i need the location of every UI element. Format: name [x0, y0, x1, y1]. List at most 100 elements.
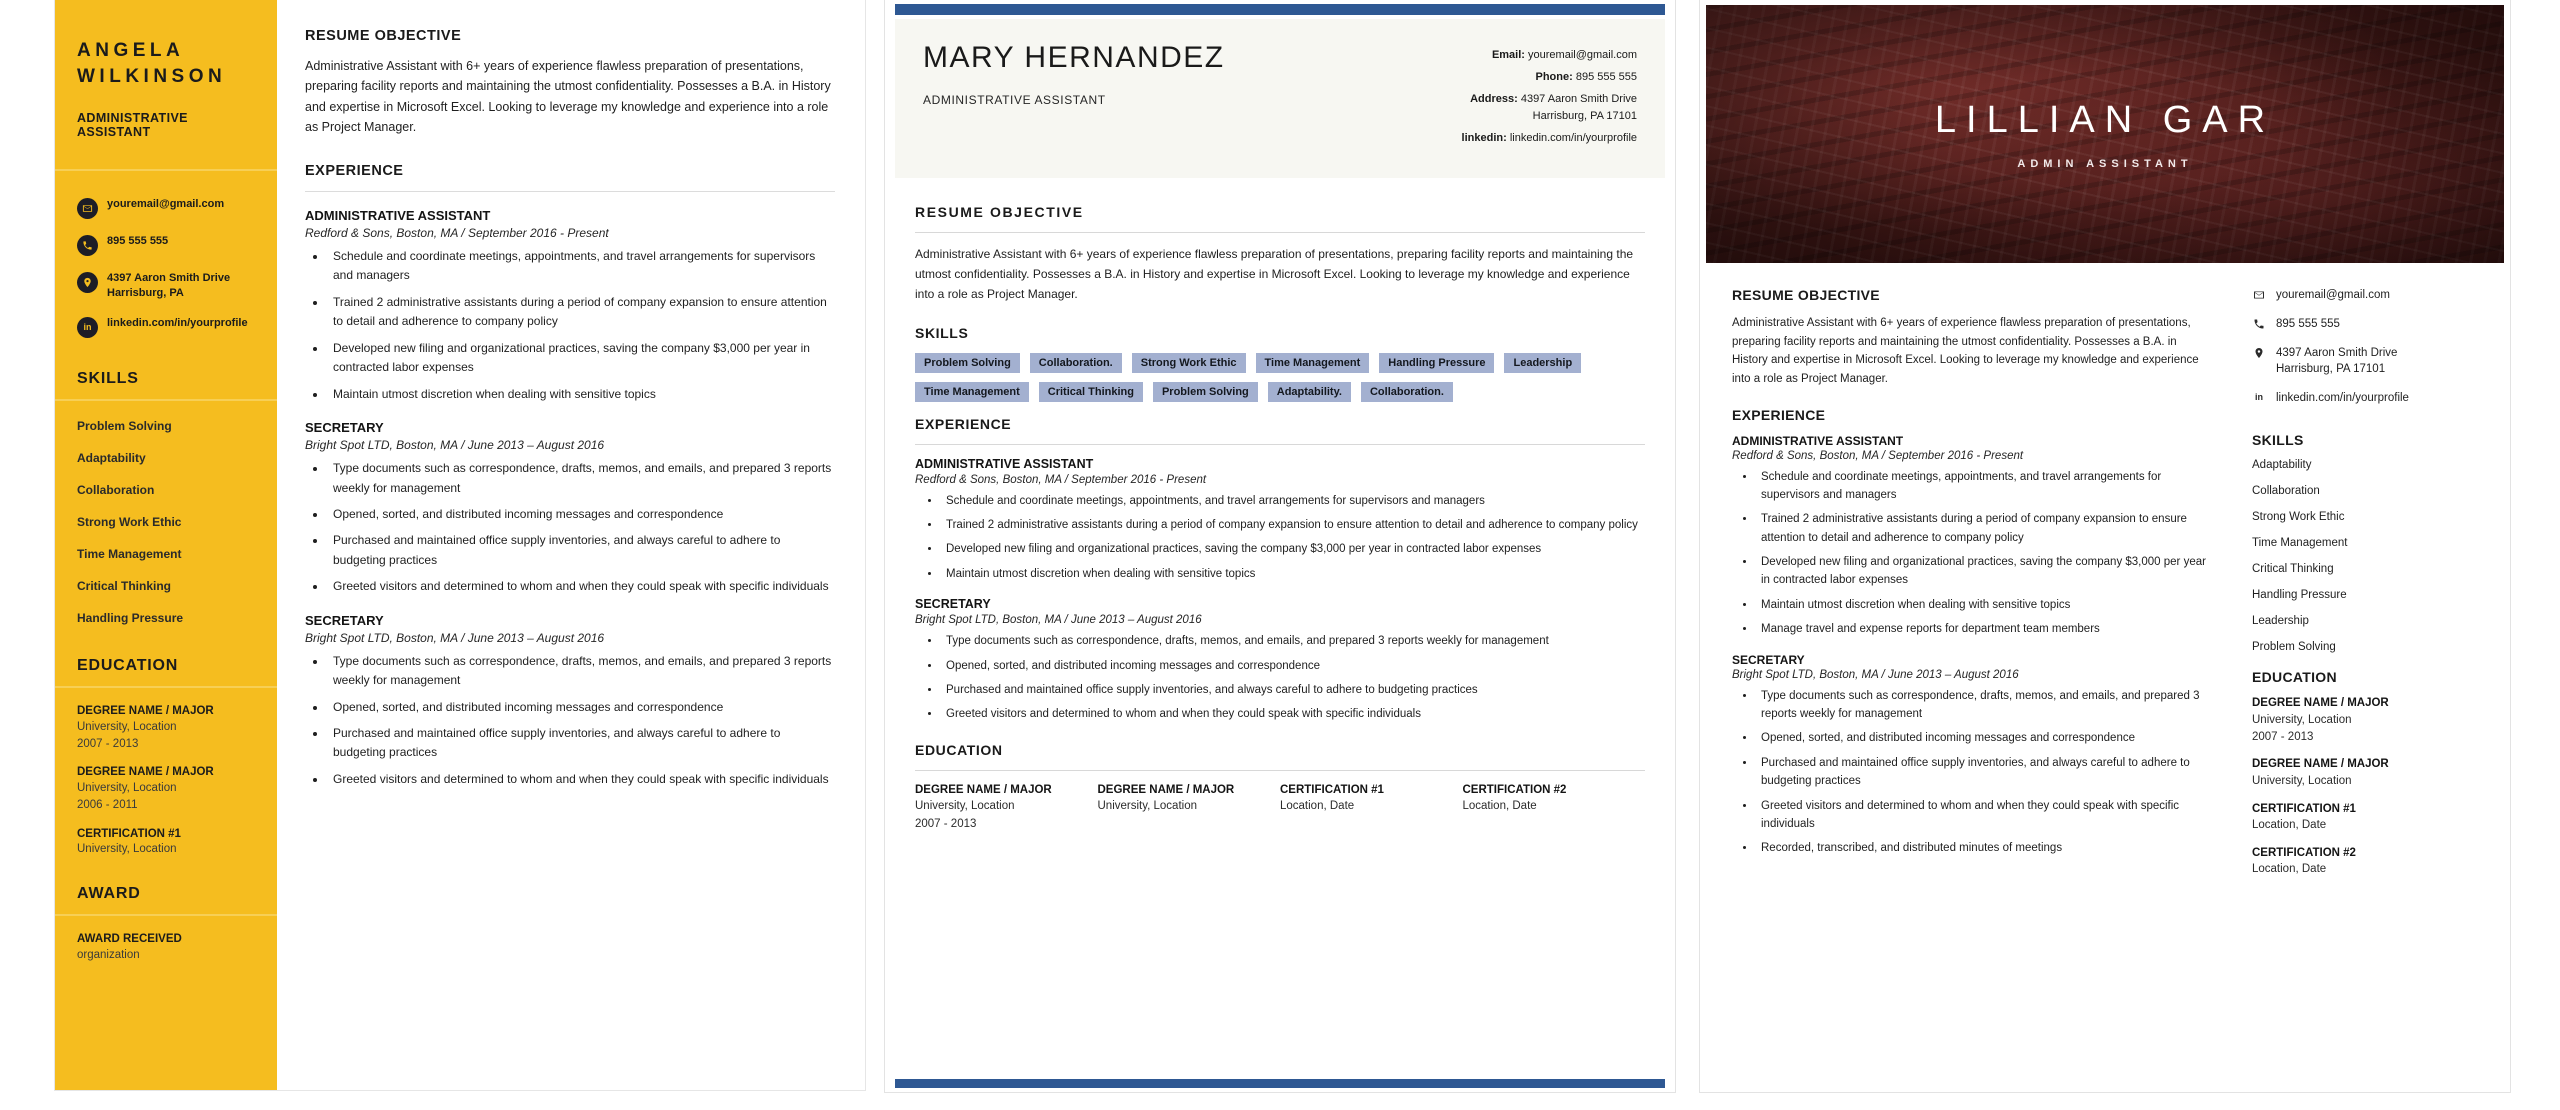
job-bullet: Opened, sorted, and distributed incoming…: [327, 505, 835, 524]
contact-item-address[interactable]: 4397 Aaron Smith Drive Harrisburg, PA 17…: [2252, 345, 2488, 377]
contact-item-address[interactable]: Address: 4397 Aaron Smith Drive Harrisbu…: [1462, 91, 1637, 125]
education-sub: University, Location: [77, 720, 177, 733]
education-dates: 2007 - 2013: [2252, 730, 2314, 743]
resume3-hero-banner: LILLIAN GAR ADMIN ASSISTANT: [1706, 5, 2504, 263]
job-bullet: Type documents such as correspondence, d…: [1756, 687, 2214, 724]
job-bullet: Developed new filing and organizational …: [327, 339, 835, 378]
skill-item: Time Management: [77, 546, 182, 561]
job-bullet: Schedule and coordinate meetings, appoin…: [941, 492, 1645, 510]
resume-card-mary-hernandez[interactable]: MARY HERNANDEZ ADMINISTRATIVE ASSISTANT …: [885, 0, 1675, 1092]
contact-label-email: Email:: [1491, 49, 1525, 61]
job-bullet: Type documents such as correspondence, d…: [327, 652, 835, 691]
job-bullet: Purchased and maintained office supply i…: [1756, 754, 2214, 791]
contact-address-line1: 4397 Aaron Smith Drive: [2276, 347, 2398, 360]
contact-item-phone[interactable]: Phone: 895 555 555: [1462, 69, 1637, 86]
contact-item-email[interactable]: Email: youremail@gmail.com: [1462, 47, 1637, 64]
resume3-main-column: RESUME OBJECTIVE Administrative Assistan…: [1700, 287, 2238, 890]
skill-tag: Time Management: [915, 381, 1029, 402]
job-bullet: Maintain utmost discretion when dealing …: [1756, 596, 2214, 614]
resume3-name: LILLIAN GAR: [1934, 98, 2276, 141]
education-title: CERTIFICATION #1: [77, 827, 181, 840]
contact-label-linkedin: linkedin:: [1461, 132, 1507, 145]
education-entry: CERTIFICATION #2 Location, Date: [2252, 846, 2488, 878]
job-bullet-list: Type documents such as correspondence, d…: [327, 652, 835, 790]
resume1-contact-list: youremail@gmail.com 895 555 555 4397 Aar…: [55, 171, 277, 338]
education-title: CERTIFICATION #1: [1280, 783, 1384, 796]
education-title: CERTIFICATION #2: [2252, 846, 2356, 859]
job-bullet: Maintain utmost discretion when dealing …: [327, 385, 835, 404]
resume1-education-list: DEGREE NAME / MAJOR University, Location…: [55, 688, 277, 858]
job-bullet-list: Schedule and coordinate meetings, appoin…: [327, 247, 835, 404]
education-sub: University, Location: [77, 782, 177, 795]
skill-tag: Strong Work Ethic: [1131, 352, 1246, 373]
education-title: DEGREE NAME / MAJOR: [77, 766, 214, 779]
email-icon: [77, 198, 98, 220]
experience-entry: SECRETARY Bright Spot LTD, Boston, MA / …: [305, 420, 835, 597]
contact-value-address: 4397 Aaron Smith Drive: [1520, 93, 1637, 106]
skill-item: Problem Solving: [2252, 641, 2336, 654]
contact-item-phone[interactable]: 895 555 555: [77, 234, 257, 257]
resume3-objective-text: Administrative Assistant with 6+ years o…: [1732, 317, 2199, 385]
resume1-experience-rule: [305, 191, 835, 192]
skill-item: Adaptability: [77, 450, 146, 465]
contact-value-address: 4397 Aaron Smith Drive Harrisburg, PA 17…: [2276, 345, 2397, 377]
resume2-name: MARY HERNANDEZ: [923, 41, 1225, 74]
job-bullet-list: Type documents such as correspondence, d…: [327, 459, 835, 597]
contact-item-email[interactable]: youremail@gmail.com: [77, 197, 257, 220]
job-meta: Redford & Sons, Boston, MA / September 2…: [305, 226, 609, 240]
contact-item-email[interactable]: youremail@gmail.com: [2252, 287, 2488, 303]
job-title: SECRETARY: [1732, 652, 1805, 667]
resume2-contact-list: Email: youremail@gmail.com Phone: 895 55…: [1462, 41, 1637, 152]
resume-card-lillian-gar[interactable]: LILLIAN GAR ADMIN ASSISTANT RESUME OBJEC…: [1700, 0, 2510, 1092]
job-meta: Redford & Sons, Boston, MA / September 2…: [1732, 449, 2024, 462]
education-dates: 2006 - 2011: [77, 798, 138, 811]
skill-item: Handling Pressure: [77, 610, 184, 625]
job-bullet: Greeted visitors and determined to whom …: [327, 577, 835, 596]
contact-item-address[interactable]: 4397 Aaron Smith Drive Harrisburg, PA: [77, 271, 257, 301]
job-meta: Bright Spot LTD, Boston, MA / June 2013 …: [1732, 668, 2019, 681]
contact-item-phone[interactable]: 895 555 555: [2252, 316, 2488, 332]
skill-item: Strong Work Ethic: [2252, 511, 2345, 524]
resume2-objective-rule: [915, 232, 1645, 234]
resume3-columns: RESUME OBJECTIVE Administrative Assistan…: [1700, 263, 2510, 890]
job-bullet: Developed new filing and organizational …: [1756, 553, 2214, 590]
job-bullet: Recorded, transcribed, and distributed m…: [1756, 839, 2214, 857]
skill-item: Problem Solving: [77, 418, 172, 433]
education-title: DEGREE NAME / MAJOR: [915, 783, 1052, 796]
resume-card-angela-wilkinson[interactable]: ANGELA WILKINSON ADMINISTRATIVE ASSISTAN…: [55, 0, 865, 1090]
skill-tag: Critical Thinking: [1038, 381, 1143, 402]
resume1-role: ADMINISTRATIVE ASSISTANT: [77, 111, 188, 140]
education-sub: University, Location: [77, 843, 177, 856]
contact-item-linkedin[interactable]: in linkedin.com/in/yourprofile: [2252, 390, 2488, 406]
contact-item-linkedin[interactable]: linkedin: linkedin.com/in/yourprofile: [1462, 130, 1637, 147]
skill-item: Collaboration: [2252, 485, 2320, 498]
job-title: SECRETARY: [915, 597, 991, 612]
education-sub: Location, Date: [1280, 800, 1355, 813]
contact-label-phone: Phone:: [1535, 71, 1573, 84]
contact-value-email: youremail@gmail.com: [107, 198, 225, 211]
resume1-skills-heading: SKILLS: [77, 369, 139, 387]
resume1-award-heading: AWARD: [77, 885, 141, 903]
resume2-objective-text: Administrative Assistant with 6+ years o…: [915, 247, 1634, 301]
location-icon: [77, 272, 98, 294]
job-bullet: Trained 2 administrative assistants duri…: [941, 516, 1645, 534]
skill-tag: Time Management: [1255, 352, 1370, 373]
job-meta: Bright Spot LTD, Boston, MA / June 2013 …: [305, 630, 605, 645]
resume2-body: RESUME OBJECTIVE Administrative Assistan…: [885, 178, 1675, 833]
resume2-header: MARY HERNANDEZ ADMINISTRATIVE ASSISTANT …: [895, 19, 1665, 179]
job-bullet: Schedule and coordinate meetings, appoin…: [1756, 468, 2214, 505]
resume2-identity: MARY HERNANDEZ ADMINISTRATIVE ASSISTANT: [923, 41, 1225, 107]
contact-value-address-line2: Harrisburg, PA 17101: [1532, 110, 1637, 123]
education-entry: DEGREE NAME / MAJOR University, Location…: [2252, 696, 2488, 745]
resume2-objective-heading: RESUME OBJECTIVE: [915, 204, 1084, 221]
contact-value-email: youremail@gmail.com: [1528, 49, 1637, 61]
award-entry: AWARD RECEIVED organization: [55, 932, 277, 964]
resume3-role: ADMIN ASSISTANT: [2017, 157, 2193, 170]
contact-value-linkedin: linkedin.com/in/yourprofile: [2276, 392, 2409, 405]
education-title: DEGREE NAME / MAJOR: [2252, 697, 2389, 710]
resume1-objective-heading: RESUME OBJECTIVE: [305, 28, 462, 44]
resume3-experience-heading: EXPERIENCE: [1732, 406, 1826, 423]
contact-item-linkedin[interactable]: in linkedin.com/in/yourprofile: [77, 316, 257, 338]
job-bullet: Purchased and maintained office supply i…: [941, 681, 1645, 699]
contact-value-email: youremail@gmail.com: [2276, 289, 2390, 301]
